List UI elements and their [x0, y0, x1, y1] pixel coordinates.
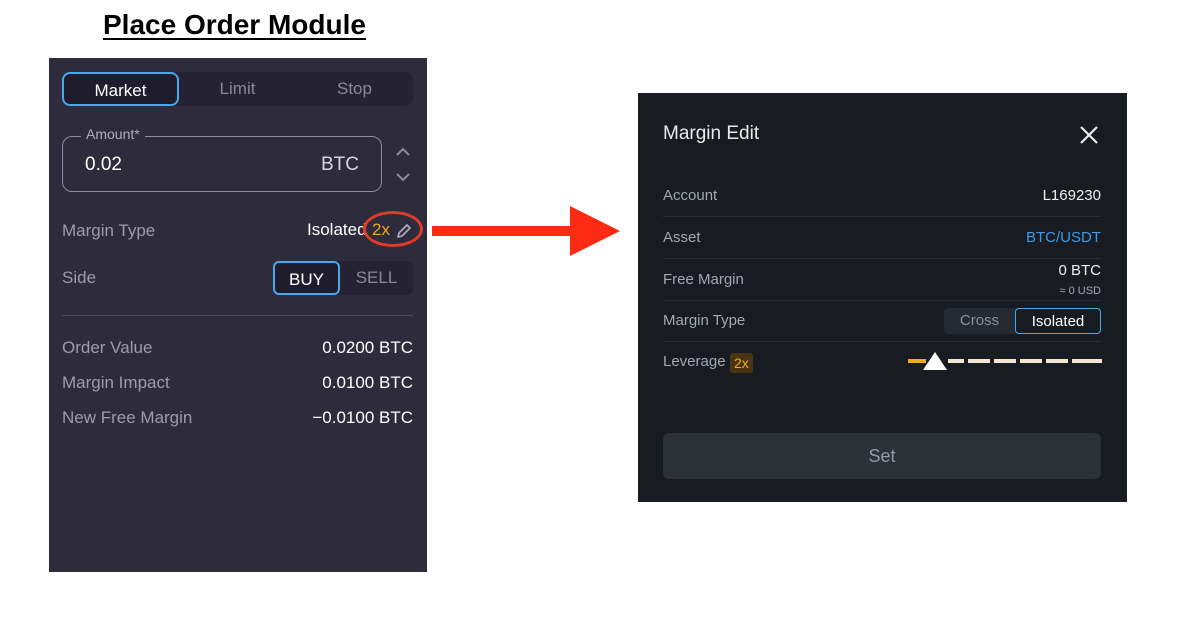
leverage-chip: 2x	[730, 353, 753, 373]
chevron-up-icon[interactable]	[394, 144, 412, 160]
amount-unit: BTC	[321, 154, 359, 175]
amount-value[interactable]: 0.02	[85, 154, 122, 176]
asset-link[interactable]: BTC/USDT	[1026, 229, 1101, 246]
margin-type-toggle: Cross Isolated	[944, 308, 1101, 334]
new-free-margin-value: −0.0100 BTC	[312, 408, 413, 427]
buy-button[interactable]: BUY	[273, 261, 340, 295]
account-label: Account	[663, 187, 718, 204]
slider-thumb	[923, 352, 947, 370]
asset-row: Asset BTC/USDT	[663, 217, 1101, 259]
free-margin-usd: ≈ 0 USD	[1059, 285, 1102, 297]
margin-type-label: Margin Type	[62, 221, 156, 240]
margin-type-value: Isolated	[307, 220, 367, 239]
leverage-slider[interactable]	[908, 352, 1102, 370]
tab-market[interactable]: Market	[62, 72, 179, 106]
free-margin-row: Free Margin 0 BTC ≈ 0 USD	[663, 259, 1101, 301]
order-value-label: Order Value	[62, 338, 153, 357]
dialog-title: Margin Edit	[663, 123, 760, 144]
amount-label: Amount*	[81, 126, 145, 142]
tab-limit[interactable]: Limit	[179, 72, 296, 106]
side-toggle: BUY SELL	[273, 261, 413, 295]
free-margin-value: 0 BTC	[1058, 262, 1101, 279]
margin-type-label: Margin Type	[663, 312, 746, 329]
free-margin-label: Free Margin	[663, 271, 744, 288]
set-button[interactable]: Set	[663, 433, 1101, 479]
cross-option[interactable]: Cross	[944, 308, 1015, 334]
margin-impact-label: Margin Impact	[62, 373, 170, 392]
place-order-panel: Market Limit Stop Amount* 0.02 BTC Margi…	[49, 58, 427, 572]
isolated-option[interactable]: Isolated	[1015, 308, 1101, 334]
new-free-margin-label: New Free Margin	[62, 408, 193, 427]
asset-label: Asset	[663, 229, 701, 246]
highlight-ring	[363, 211, 423, 247]
leverage-label: Leverage	[663, 353, 726, 370]
order-value: 0.0200 BTC	[322, 338, 413, 357]
close-icon[interactable]	[1078, 124, 1100, 146]
account-row: Account L169230	[663, 175, 1101, 217]
order-type-tabs: Market Limit Stop	[62, 72, 413, 106]
margin-impact-value: 0.0100 BTC	[322, 373, 413, 392]
page-heading: Place Order Module	[103, 9, 366, 40]
tab-stop[interactable]: Stop	[296, 72, 413, 106]
margin-edit-dialog: Margin Edit Account L169230 Asset BTC/US…	[638, 93, 1127, 502]
arrow-right-icon	[432, 206, 620, 256]
amount-field[interactable]: Amount* 0.02 BTC	[62, 126, 382, 192]
divider	[62, 315, 413, 316]
chevron-down-icon[interactable]	[394, 169, 412, 185]
sell-button[interactable]: SELL	[340, 261, 413, 295]
account-value: L169230	[1042, 187, 1101, 204]
side-label: Side	[62, 268, 97, 287]
margin-type-row: Margin Type Cross Isolated	[663, 300, 1101, 342]
